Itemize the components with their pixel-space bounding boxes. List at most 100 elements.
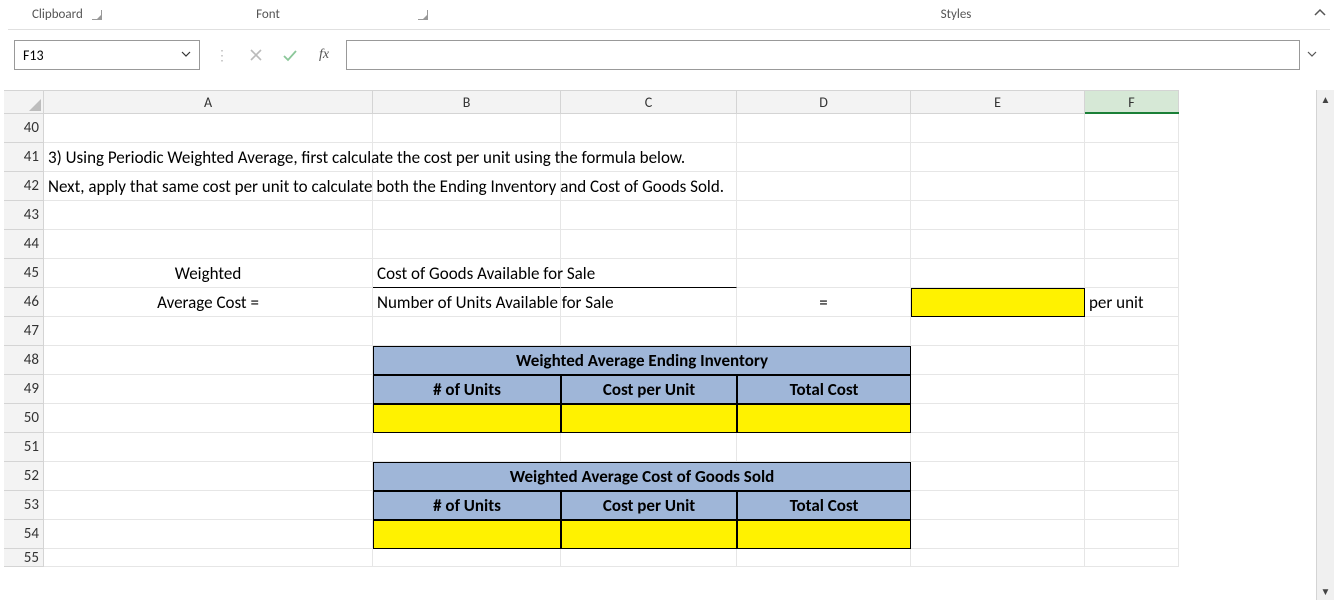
name-box-dropdown-icon[interactable] [181, 49, 191, 62]
cell-C49[interactable]: Cost per Unit [561, 375, 737, 404]
formula-bar-expand-icon[interactable] [1300, 49, 1324, 62]
cell-E49[interactable] [911, 375, 1085, 404]
cell-C50[interactable] [561, 404, 737, 433]
scroll-down-icon[interactable]: ▼ [1317, 582, 1334, 600]
cell-C55[interactable] [561, 549, 737, 567]
cell-D40[interactable] [737, 114, 911, 143]
cell-B53[interactable]: # of Units [373, 491, 561, 520]
row-header-48[interactable]: 48 [4, 346, 44, 375]
cell-F55[interactable] [1085, 549, 1179, 567]
cell-D45[interactable] [737, 259, 911, 288]
formula-options-icon[interactable]: ⋮ [212, 45, 232, 65]
cell-C43[interactable] [561, 201, 737, 230]
scroll-up-icon[interactable]: ▲ [1317, 90, 1334, 108]
formula-input[interactable] [346, 40, 1300, 70]
cell-A45[interactable]: Weighted [44, 259, 373, 288]
name-box[interactable]: F13 [14, 40, 200, 70]
cell-D50[interactable] [737, 404, 911, 433]
cell-F51[interactable] [1085, 433, 1179, 462]
row-header-54[interactable]: 54 [4, 520, 44, 549]
cell-D41[interactable] [737, 143, 911, 172]
col-header-B[interactable]: B [373, 90, 561, 114]
cell-D54[interactable] [737, 520, 911, 549]
cell-E54[interactable] [911, 520, 1085, 549]
cell-D43[interactable] [737, 201, 911, 230]
cell-E43[interactable] [911, 201, 1085, 230]
cell-A44[interactable] [44, 230, 373, 259]
cell-F52[interactable] [1085, 462, 1179, 491]
cell-B51[interactable] [373, 433, 561, 462]
col-header-C[interactable]: C [561, 90, 737, 114]
cell-A49[interactable] [44, 375, 373, 404]
cell-F47[interactable] [1085, 317, 1179, 346]
cell-E53[interactable] [911, 491, 1085, 520]
cell-A50[interactable] [44, 404, 373, 433]
cell-B47[interactable] [373, 317, 561, 346]
col-header-F[interactable]: F [1085, 90, 1179, 114]
cell-B49[interactable]: # of Units [373, 375, 561, 404]
cell-D42[interactable] [737, 172, 911, 201]
cell-F53[interactable] [1085, 491, 1179, 520]
fx-icon[interactable]: fx [314, 45, 334, 65]
cell-E52[interactable] [911, 462, 1085, 491]
cell-B55[interactable] [373, 549, 561, 567]
vertical-scrollbar[interactable]: ▲ ▼ [1316, 90, 1334, 600]
col-header-A[interactable]: A [44, 90, 373, 114]
cell-B44[interactable] [373, 230, 561, 259]
cell-A54[interactable] [44, 520, 373, 549]
row-header-51[interactable]: 51 [4, 433, 44, 462]
row-header-45[interactable]: 45 [4, 259, 44, 288]
cell-F41[interactable] [1085, 143, 1179, 172]
cell-C54[interactable] [561, 520, 737, 549]
cell-A52[interactable] [44, 462, 373, 491]
cell-F54[interactable] [1085, 520, 1179, 549]
row-header-46[interactable]: 46 [4, 288, 44, 317]
cell-A48[interactable] [44, 346, 373, 375]
cell-E47[interactable] [911, 317, 1085, 346]
cell-D44[interactable] [737, 230, 911, 259]
row-header-53[interactable]: 53 [4, 491, 44, 520]
row-header-55[interactable]: 55 [4, 549, 44, 567]
cell-B54[interactable] [373, 520, 561, 549]
cell-A47[interactable] [44, 317, 373, 346]
cell-E44[interactable] [911, 230, 1085, 259]
cell-C53[interactable]: Cost per Unit [561, 491, 737, 520]
cell-B45[interactable]: Cost of Goods Available for Sale [373, 259, 561, 288]
row-header-49[interactable]: 49 [4, 375, 44, 404]
cell-F48[interactable] [1085, 346, 1179, 375]
cell-C44[interactable] [561, 230, 737, 259]
cell-F45[interactable] [1085, 259, 1179, 288]
cell-B40[interactable] [373, 114, 561, 143]
cell-C51[interactable] [561, 433, 737, 462]
cell-F43[interactable] [1085, 201, 1179, 230]
cell-B50[interactable] [373, 404, 561, 433]
cell-F40[interactable] [1085, 114, 1179, 143]
cell-E51[interactable] [911, 433, 1085, 462]
row-header-52[interactable]: 52 [4, 462, 44, 491]
cell-E48[interactable] [911, 346, 1085, 375]
cell-E42[interactable] [911, 172, 1085, 201]
cell-A41[interactable]: 3) Using Periodic Weighted Average, firs… [44, 143, 373, 172]
cell-D55[interactable] [737, 549, 911, 567]
row-header-40[interactable]: 40 [4, 114, 44, 143]
col-header-D[interactable]: D [737, 90, 911, 114]
cell-B48-D48-merged[interactable]: Weighted Average Ending Inventory [373, 346, 911, 375]
row-header-42[interactable]: 42 [4, 172, 44, 201]
cell-E45[interactable] [911, 259, 1085, 288]
row-header-44[interactable]: 44 [4, 230, 44, 259]
cell-E46[interactable] [911, 288, 1085, 317]
cell-F49[interactable] [1085, 375, 1179, 404]
cell-A46[interactable]: Average Cost = [44, 288, 373, 317]
cancel-icon[interactable] [246, 45, 266, 65]
row-header-43[interactable]: 43 [4, 201, 44, 230]
cell-A40[interactable] [44, 114, 373, 143]
cell-A51[interactable] [44, 433, 373, 462]
clipboard-launcher-icon[interactable] [92, 10, 102, 20]
cell-D53[interactable]: Total Cost [737, 491, 911, 520]
cell-B43[interactable] [373, 201, 561, 230]
cell-F44[interactable] [1085, 230, 1179, 259]
cell-D47[interactable] [737, 317, 911, 346]
cell-E41[interactable] [911, 143, 1085, 172]
cell-D46[interactable]: = [737, 288, 911, 317]
cell-C40[interactable] [561, 114, 737, 143]
